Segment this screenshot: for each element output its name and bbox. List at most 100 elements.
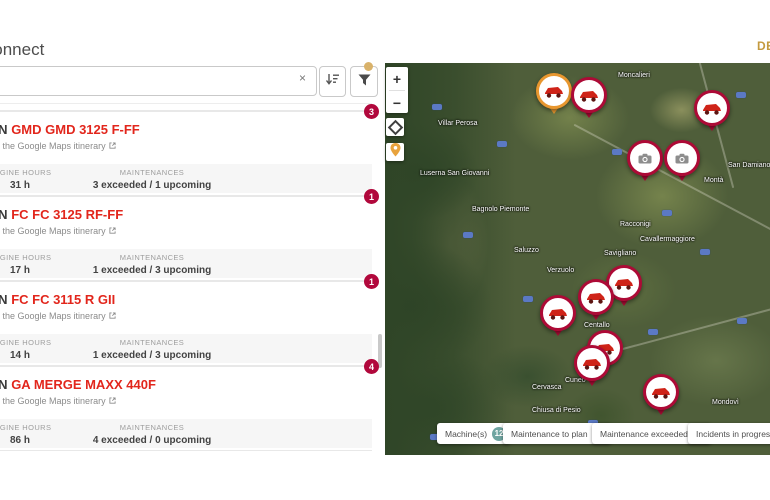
machine-brand: KUHN [0, 292, 8, 307]
map-marker-machine[interactable] [574, 345, 610, 393]
camera-icon [627, 140, 663, 176]
road-shield-icon [463, 232, 473, 238]
road-shield-icon [700, 249, 710, 255]
map-layers-button[interactable] [386, 118, 404, 136]
map-place-label: Cavallermaggiore [640, 236, 695, 243]
map-place-label: Chiusa di Pesio [532, 407, 581, 414]
road-shield-icon [497, 141, 507, 147]
machine-card[interactable]: 1 KUHN FC FC 3115 R GII See the Google M… [0, 282, 372, 365]
map-marker-machine[interactable] [694, 90, 730, 138]
road-shield-icon [662, 210, 672, 216]
itinerary-link[interactable]: See the Google Maps itinerary [0, 226, 372, 236]
maintenances-label: MAINTENANCES [92, 253, 212, 262]
map-place-label: Cervasca [532, 384, 562, 391]
machine-stats: ENGINE HOURS14 h MAINTENANCES1 exceeded … [0, 334, 372, 363]
machine-model: GA MERGE MAXX 440F [11, 377, 156, 392]
legend-label: Incidents in progress [696, 429, 770, 439]
close-icon[interactable]: × [299, 72, 306, 84]
map-marker-machine[interactable] [571, 77, 607, 125]
machine-title: KUHN FC FC 3125 RF-FF [0, 207, 372, 222]
map-marker-machine[interactable] [540, 295, 576, 343]
road-shield-icon [612, 149, 622, 155]
machine-title: KUHN FC FC 3115 R GII [0, 292, 372, 307]
legend-label: Maintenance exceeded [600, 429, 688, 439]
legend-label: Maintenance to plan [511, 429, 588, 439]
engine-hours-value: 17 h [0, 265, 80, 276]
map-place-label: Savigliano [604, 250, 636, 257]
alert-count-badge: 3 [364, 104, 379, 119]
engine-hours-label: ENGINE HOURS [0, 423, 80, 432]
road-shield-icon [648, 329, 658, 335]
alert-count-badge: 1 [364, 274, 379, 289]
maintenances-value: 1 exceeded / 3 upcoming [92, 350, 212, 361]
itinerary-link-label: See the Google Maps itinerary [0, 396, 106, 406]
camera-icon [664, 140, 700, 176]
itinerary-link[interactable]: See the Google Maps itinerary [0, 141, 372, 151]
machine-card[interactable]: 1 KUHN FC FC 3125 RF-FF See the Google M… [0, 197, 372, 280]
map-pin-icon [390, 143, 401, 162]
map-place-label: Saluzzo [514, 247, 539, 254]
sort-icon [325, 73, 340, 91]
map-place-label: Bagnolo Piemonte [472, 206, 529, 213]
machine-title: KUHN GA MERGE MAXX 440F [0, 377, 372, 392]
road-shield-icon [736, 92, 746, 98]
machine-icon [578, 279, 614, 315]
alert-count-badge: 4 [364, 359, 379, 374]
zoom-in-button[interactable]: + [386, 67, 408, 90]
app-window: Connect DE × 3 KUHN GMD GMD 3125 F-FF Se… [0, 0, 770, 500]
legend-chip-machines[interactable]: Machine(s) 12 [437, 423, 510, 444]
filter-count-badge [364, 62, 373, 71]
machine-model: FC FC 3115 R GII [11, 292, 115, 307]
machine-icon [540, 295, 576, 331]
legend-chip-incidents[interactable]: Incidents in progress 0 [688, 423, 770, 444]
machine-card[interactable]: 3 KUHN GMD GMD 3125 F-FF See the Google … [0, 112, 372, 195]
machine-icon [694, 90, 730, 126]
map-pin-button[interactable] [386, 143, 404, 161]
maintenances-label: MAINTENANCES [92, 168, 212, 177]
itinerary-link[interactable]: See the Google Maps itinerary [0, 396, 372, 406]
sort-button[interactable] [319, 66, 346, 97]
external-link-icon [109, 226, 116, 236]
map-marker-camera[interactable] [627, 140, 663, 188]
alert-count-badge: 1 [364, 189, 379, 204]
engine-hours-label: ENGINE HOURS [0, 338, 80, 347]
map-place-label: Racconigi [620, 221, 651, 228]
engine-hours-value: 86 h [0, 435, 80, 446]
search-input[interactable] [0, 66, 317, 96]
legend-label: Machine(s) [445, 429, 487, 439]
machine-model: GMD GMD 3125 F-FF [11, 122, 140, 137]
funnel-icon [358, 73, 371, 91]
maintenances-label: MAINTENANCES [92, 423, 212, 432]
filter-button[interactable] [350, 66, 378, 97]
machine-model: FC FC 3125 RF-FF [11, 207, 123, 222]
map-marker-camera[interactable] [664, 140, 700, 188]
itinerary-link[interactable]: See the Google Maps itinerary [0, 311, 372, 321]
maintenances-value: 4 exceeded / 0 upcoming [92, 435, 212, 446]
map-marker-machine[interactable] [536, 73, 572, 121]
itinerary-link-label: See the Google Maps itinerary [0, 311, 106, 321]
map-marker-machine[interactable] [578, 279, 614, 327]
divider [0, 103, 372, 104]
map-place-label: Verzuolo [547, 267, 574, 274]
diamond-layers-icon [387, 119, 403, 135]
list-scrollbar-thumb[interactable] [378, 334, 382, 368]
road-shield-icon [523, 296, 533, 302]
itinerary-link-label: See the Google Maps itinerary [0, 226, 106, 236]
map-place-label: Luserna San Giovanni [420, 170, 489, 177]
machine-icon [536, 73, 572, 109]
zoom-out-button[interactable]: − [386, 91, 408, 114]
machine-icon [571, 77, 607, 113]
map-place-label: San Damiano d'Asti [728, 162, 770, 169]
itinerary-link-label: See the Google Maps itinerary [0, 141, 106, 151]
page-title: Connect [0, 40, 44, 60]
machine-stats: ENGINE HOURS17 h MAINTENANCES1 exceeded … [0, 249, 372, 278]
road-shield-icon [432, 104, 442, 110]
engine-hours-label: ENGINE HOURS [0, 168, 80, 177]
maintenances-value: 1 exceeded / 3 upcoming [92, 265, 212, 276]
map-marker-machine[interactable] [643, 374, 679, 422]
machine-card[interactable]: 4 KUHN GA MERGE MAXX 440F See the Google… [0, 367, 372, 450]
external-link-icon [109, 396, 116, 406]
engine-hours-value: 31 h [0, 180, 80, 191]
map-place-label: Mondovì [712, 399, 739, 406]
maintenances-label: MAINTENANCES [92, 338, 212, 347]
